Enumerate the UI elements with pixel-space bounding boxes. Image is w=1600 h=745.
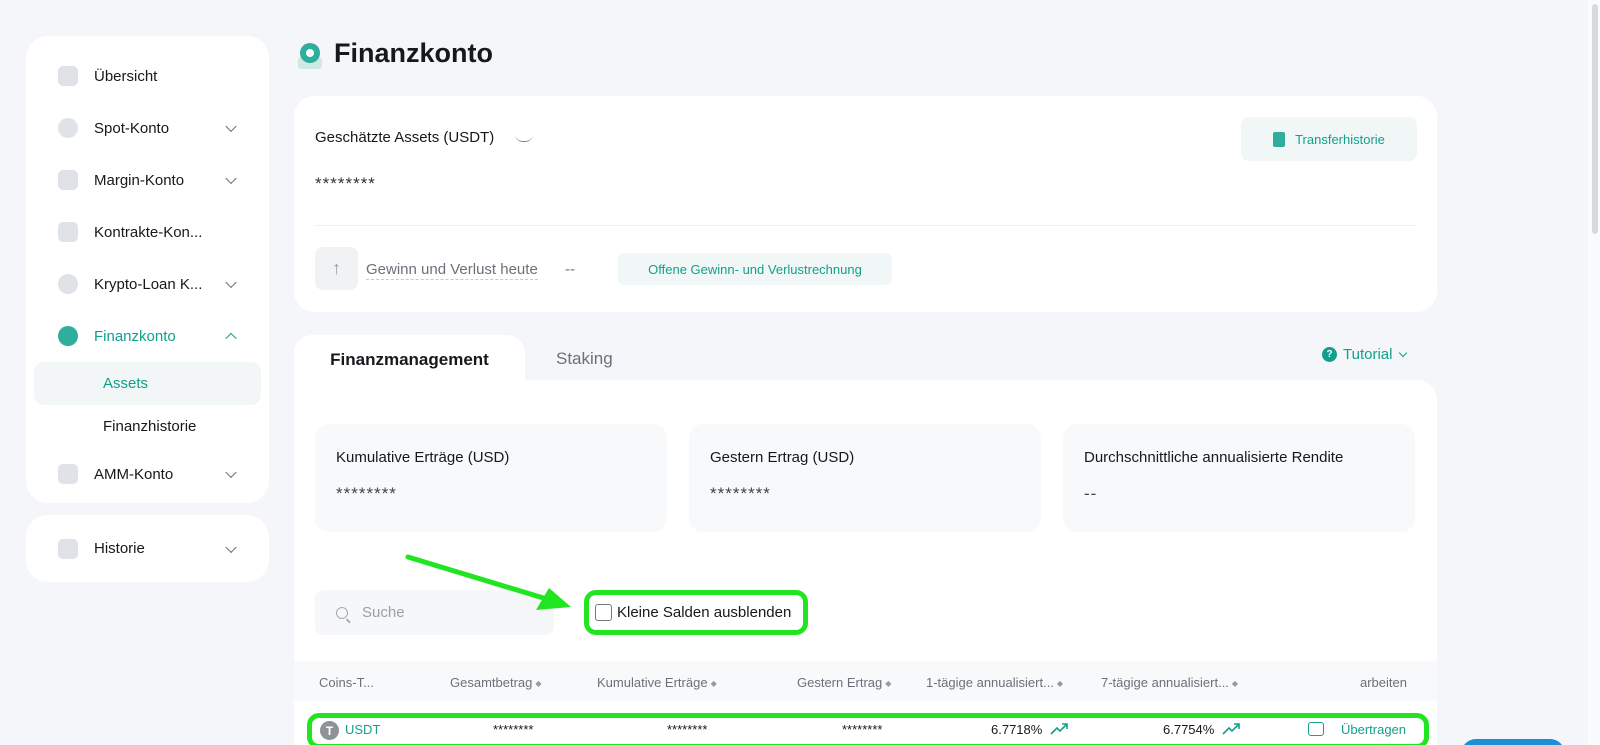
contract-icon <box>58 222 78 242</box>
arrow-up-icon: ↑ <box>315 247 358 290</box>
sidebar-item-crypto-loan[interactable]: Krypto-Loan K... <box>26 258 269 310</box>
transfer-history-button[interactable]: Transferhistorie <box>1241 117 1417 161</box>
sidebar-item-label: AMM-Konto <box>94 465 174 483</box>
sidebar-item-label: Übersicht <box>94 67 158 85</box>
open-pnl-button[interactable]: Offene Gewinn- und Verlustrechnung <box>618 253 892 285</box>
sidebar-item-finance[interactable]: Finanzkonto <box>26 310 269 362</box>
loan-icon <box>58 274 78 294</box>
sidebar-item-contracts[interactable]: Kontrakte-Kon... <box>26 206 269 258</box>
chevron-up-icon <box>225 332 237 345</box>
tutorial-label: Tutorial <box>1343 346 1393 363</box>
percent-icon <box>58 170 78 190</box>
finance-icon <box>298 43 322 69</box>
chevron-down-icon <box>225 466 237 479</box>
trend-up-icon <box>1222 723 1240 735</box>
pnl-today-label[interactable]: Gewinn und Verlust heute <box>366 261 538 280</box>
sidebar-item-amm[interactable]: AMM-Konto <box>26 448 269 500</box>
chevron-down-icon <box>225 120 237 133</box>
coins-icon <box>58 118 78 138</box>
sort-icon: ◆ <box>1056 679 1064 688</box>
chevron-down-icon <box>225 172 237 185</box>
column-header-apr1[interactable]: 1-tägige annualisiert... ◆ <box>926 675 1063 690</box>
sidebar-item-label: Finanzkonto <box>94 327 176 345</box>
sidebar-subitem-assets[interactable]: Assets <box>34 362 261 405</box>
page-title: Finanzkonto <box>334 38 493 68</box>
sidebar-item-overview[interactable]: Übersicht <box>26 50 269 102</box>
chart-icon[interactable] <box>1308 722 1324 736</box>
sort-icon: ◆ <box>1231 679 1239 688</box>
sidebar-item-label: Kontrakte-Kon... <box>94 223 203 241</box>
stat-cumulative-earnings: Kumulative Erträge (USD) ******** <box>315 424 667 532</box>
column-header-apr7[interactable]: 7-tägige annualisiert... ◆ <box>1101 675 1238 690</box>
sidebar-item-label: Spot-Konto <box>94 119 170 137</box>
question-icon: ? <box>1322 347 1337 362</box>
apr7-cell: 6.7754% <box>1163 722 1240 737</box>
yesterday-cell: ******** <box>842 722 883 737</box>
apr1-cell: 6.7718% <box>991 722 1068 737</box>
estimated-assets-label: Geschätzte Assets (USDT) <box>315 129 495 146</box>
support-button[interactable] <box>1461 739 1565 745</box>
stat-label: Gestern Ertrag (USD) <box>710 449 855 466</box>
assets-card: Geschätzte Assets (USDT) ******** Transf… <box>294 96 1437 312</box>
document-icon <box>1273 131 1286 147</box>
finance-icon <box>58 326 78 346</box>
eye-closed-icon[interactable] <box>515 134 533 142</box>
stat-label: Durchschnittliche annualisierte Rendite <box>1084 449 1344 466</box>
sidebar-item-label: Krypto-Loan K... <box>94 275 203 293</box>
transfer-action-link[interactable]: Übertragen <box>1341 722 1406 737</box>
chart-icon <box>58 66 78 86</box>
sidebar-item-label: Historie <box>94 540 145 557</box>
scrollbar-thumb[interactable] <box>1592 4 1598 234</box>
column-header-yesterday[interactable]: Gestern Ertrag ◆ <box>797 675 891 690</box>
stat-value: ******** <box>336 484 397 503</box>
stat-label: Kumulative Erträge (USD) <box>336 449 510 466</box>
chevron-down-icon <box>225 541 237 553</box>
sidebar-item-history[interactable]: Historie <box>26 515 269 582</box>
scrollbar[interactable] <box>1588 0 1600 745</box>
sidebar-item-spot[interactable]: Spot-Konto <box>26 102 269 154</box>
tutorial-dropdown[interactable]: ? Tutorial <box>1322 346 1408 363</box>
divider <box>315 225 1417 226</box>
column-header-total[interactable]: Gesamtbetrag ◆ <box>450 675 542 690</box>
hide-small-balances-checkbox[interactable] <box>595 604 612 621</box>
column-header-coin: Coins-T... <box>319 675 374 690</box>
coin-cell[interactable]: USDT <box>345 722 380 737</box>
tether-icon: T <box>320 721 339 740</box>
stat-yesterday-earnings: Gestern Ertrag (USD) ******** <box>689 424 1041 532</box>
sort-icon: ◆ <box>710 679 717 688</box>
trend-up-icon <box>1050 723 1068 735</box>
sidebar: Übersicht Spot-Konto Margin-Konto Kontra… <box>26 36 269 503</box>
tab-staking[interactable]: Staking <box>556 349 613 369</box>
hide-small-balances-label: Kleine Salden ausblenden <box>617 604 792 621</box>
apr7-value: 6.7754% <box>1163 722 1215 737</box>
annotation-arrow <box>405 554 571 610</box>
sidebar-subitem-finance-history[interactable]: Finanzhistorie <box>34 405 261 448</box>
sidebar-item-label: Margin-Konto <box>94 171 185 189</box>
sidebar-history-card: Historie <box>26 515 269 582</box>
chevron-down-icon <box>1399 348 1408 357</box>
sidebar-item-margin[interactable]: Margin-Konto <box>26 154 269 206</box>
amm-icon <box>58 464 78 484</box>
search-placeholder: Suche <box>362 604 405 621</box>
estimated-assets-value: ******** <box>315 174 376 193</box>
sort-icon: ◆ <box>885 679 892 688</box>
transfer-history-label: Transferhistorie <box>1295 131 1385 147</box>
chevron-down-icon <box>225 276 237 289</box>
stat-value: -- <box>1084 484 1098 503</box>
pnl-today-value: -- <box>565 261 575 278</box>
cumulative-cell: ******** <box>667 722 708 737</box>
column-header-cumulative[interactable]: Kumulative Erträge ◆ <box>597 675 717 690</box>
sort-icon: ◆ <box>535 679 542 688</box>
history-icon <box>58 538 78 559</box>
stat-average-apr: Durchschnittliche annualisierte Rendite … <box>1063 424 1415 532</box>
tab-finance-management[interactable]: Finanzmanagement <box>294 335 525 385</box>
hide-small-balances-filter[interactable]: Kleine Salden ausblenden <box>584 590 808 635</box>
total-cell: ******** <box>493 722 534 737</box>
column-header-action: arbeiten <box>1360 675 1407 690</box>
search-icon <box>336 606 348 619</box>
apr1-value: 6.7718% <box>991 722 1043 737</box>
stat-value: ******** <box>710 484 771 503</box>
